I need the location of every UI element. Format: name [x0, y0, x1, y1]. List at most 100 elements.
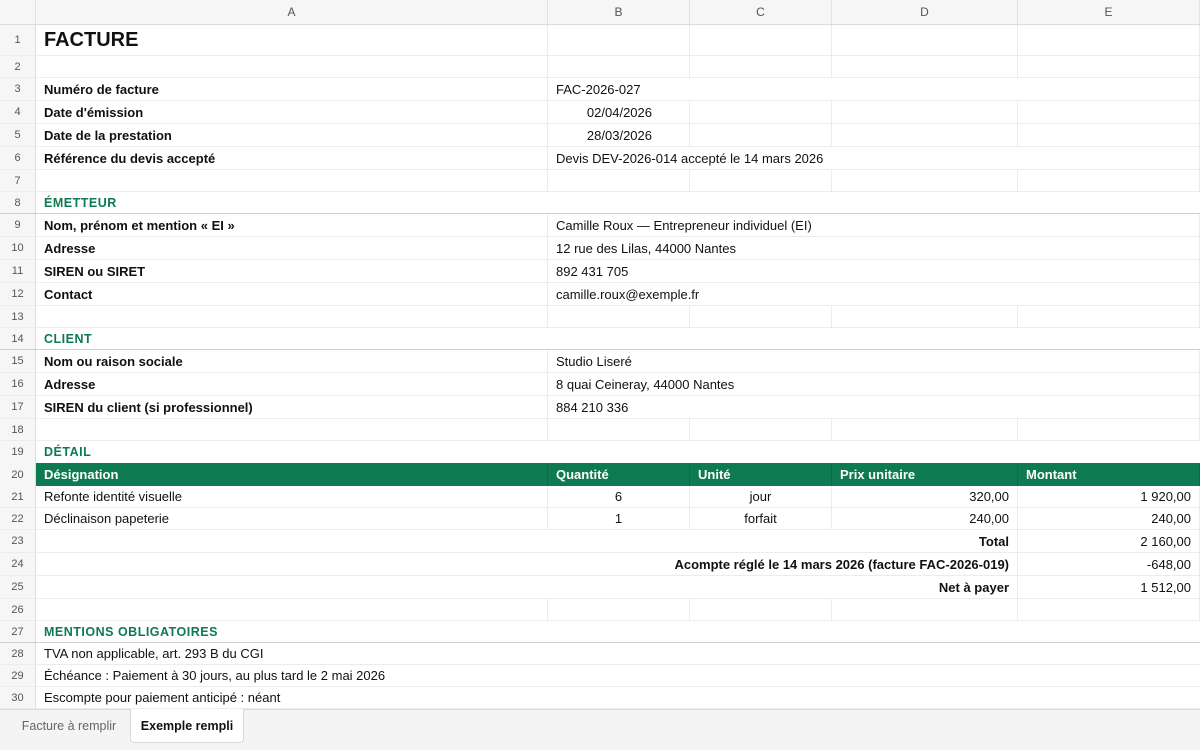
- issuer-siren-value[interactable]: 892 431 705: [548, 260, 1200, 282]
- row-header[interactable]: 14: [0, 328, 36, 349]
- row-header[interactable]: 12: [0, 283, 36, 305]
- row-header[interactable]: 10: [0, 237, 36, 259]
- line-prix-unitaire[interactable]: 240,00: [832, 508, 1018, 529]
- field-label[interactable]: Date d'émission: [36, 101, 548, 123]
- field-label[interactable]: Adresse: [36, 373, 548, 395]
- column-header-d[interactable]: D: [832, 0, 1018, 24]
- line-quantite[interactable]: 1: [548, 508, 690, 529]
- header-unite[interactable]: Unité: [690, 463, 832, 486]
- field-label[interactable]: SIREN ou SIRET: [36, 260, 548, 282]
- section-heading-mentions[interactable]: MENTIONS OBLIGATOIRES: [36, 621, 1200, 642]
- total-value[interactable]: 2 160,00: [1018, 530, 1200, 552]
- mention-text[interactable]: Échéance : Paiement à 30 jours, au plus …: [36, 665, 1200, 686]
- field-label[interactable]: SIREN du client (si professionnel): [36, 396, 548, 418]
- quote-reference-value[interactable]: Devis DEV-2026-014 accepté le 14 mars 20…: [548, 147, 1200, 169]
- row-header[interactable]: 11: [0, 260, 36, 282]
- column-header-b[interactable]: B: [548, 0, 690, 24]
- row-header[interactable]: 4: [0, 101, 36, 123]
- row-header[interactable]: 25: [0, 576, 36, 598]
- row-header[interactable]: 29: [0, 665, 36, 686]
- cell[interactable]: [690, 306, 832, 327]
- header-designation[interactable]: Désignation: [36, 463, 548, 486]
- cell[interactable]: [690, 170, 832, 191]
- field-label[interactable]: Nom, prénom et mention « EI »: [36, 214, 548, 236]
- mention-text[interactable]: Escompte pour paiement anticipé : néant: [36, 687, 1200, 708]
- cell[interactable]: [1018, 25, 1200, 55]
- issuer-address-value[interactable]: 12 rue des Lilas, 44000 Nantes: [548, 237, 1200, 259]
- cell[interactable]: [36, 56, 548, 77]
- cell[interactable]: [832, 124, 1018, 146]
- deposit-label[interactable]: Acompte réglé le 14 mars 2026 (facture F…: [36, 553, 1018, 575]
- cell[interactable]: [36, 306, 548, 327]
- net-to-pay-value[interactable]: 1 512,00: [1018, 576, 1200, 598]
- cell[interactable]: [690, 124, 832, 146]
- section-heading-detail[interactable]: DÉTAIL: [36, 441, 1200, 463]
- field-label[interactable]: Numéro de facture: [36, 78, 548, 100]
- row-header[interactable]: 1: [0, 25, 36, 55]
- cell[interactable]: [1018, 56, 1200, 77]
- row-header[interactable]: 13: [0, 306, 36, 327]
- row-header[interactable]: 28: [0, 643, 36, 664]
- row-header[interactable]: 5: [0, 124, 36, 146]
- cell[interactable]: [548, 599, 690, 620]
- row-header[interactable]: 21: [0, 486, 36, 507]
- cell[interactable]: [832, 25, 1018, 55]
- row-header[interactable]: 22: [0, 508, 36, 529]
- line-designation[interactable]: Déclinaison papeterie: [36, 508, 548, 529]
- row-header[interactable]: 16: [0, 373, 36, 395]
- deposit-value[interactable]: -648,00: [1018, 553, 1200, 575]
- row-header[interactable]: 19: [0, 441, 36, 463]
- cell[interactable]: [690, 25, 832, 55]
- cell[interactable]: [832, 419, 1018, 440]
- cell[interactable]: [36, 599, 548, 620]
- cell[interactable]: [548, 25, 690, 55]
- row-header[interactable]: 17: [0, 396, 36, 418]
- cell[interactable]: [1018, 599, 1200, 620]
- row-header[interactable]: 2: [0, 56, 36, 77]
- line-prix-unitaire[interactable]: 320,00: [832, 486, 1018, 507]
- cell[interactable]: [690, 56, 832, 77]
- cell[interactable]: [548, 419, 690, 440]
- issue-date-value[interactable]: 02/04/2026: [548, 101, 690, 123]
- cell[interactable]: [690, 599, 832, 620]
- client-name-value[interactable]: Studio Liseré: [548, 350, 1200, 372]
- cell[interactable]: [548, 56, 690, 77]
- cell[interactable]: [36, 170, 548, 191]
- column-header-c[interactable]: C: [690, 0, 832, 24]
- cell[interactable]: [1018, 170, 1200, 191]
- line-designation[interactable]: Refonte identité visuelle: [36, 486, 548, 507]
- line-montant[interactable]: 1 920,00: [1018, 486, 1200, 507]
- field-label[interactable]: Nom ou raison sociale: [36, 350, 548, 372]
- row-header[interactable]: 6: [0, 147, 36, 169]
- field-label[interactable]: Adresse: [36, 237, 548, 259]
- header-quantite[interactable]: Quantité: [548, 463, 690, 486]
- invoice-title[interactable]: FACTURE: [36, 25, 548, 55]
- cell[interactable]: [832, 599, 1018, 620]
- row-header[interactable]: 18: [0, 419, 36, 440]
- client-siren-value[interactable]: 884 210 336: [548, 396, 1200, 418]
- line-montant[interactable]: 240,00: [1018, 508, 1200, 529]
- section-heading-client[interactable]: CLIENT: [36, 328, 1200, 349]
- mention-text[interactable]: TVA non applicable, art. 293 B du CGI: [36, 643, 1200, 664]
- row-header[interactable]: 23: [0, 530, 36, 552]
- net-to-pay-label[interactable]: Net à payer: [36, 576, 1018, 598]
- cell[interactable]: [832, 306, 1018, 327]
- row-header[interactable]: 30: [0, 687, 36, 708]
- cell[interactable]: [690, 419, 832, 440]
- issuer-contact-value[interactable]: camille.roux@exemple.fr: [548, 283, 1200, 305]
- column-header-a[interactable]: A: [36, 0, 548, 24]
- row-header[interactable]: 3: [0, 78, 36, 100]
- row-header[interactable]: 24: [0, 553, 36, 575]
- section-heading-emetteur[interactable]: ÉMETTEUR: [36, 192, 1200, 213]
- row-header[interactable]: 9: [0, 214, 36, 236]
- select-all-corner[interactable]: [0, 0, 36, 24]
- cell[interactable]: [548, 306, 690, 327]
- cell[interactable]: [832, 170, 1018, 191]
- cell[interactable]: [1018, 101, 1200, 123]
- header-montant[interactable]: Montant: [1018, 463, 1200, 486]
- row-header[interactable]: 26: [0, 599, 36, 620]
- row-header[interactable]: 7: [0, 170, 36, 191]
- column-header-e[interactable]: E: [1018, 0, 1200, 24]
- invoice-number-value[interactable]: FAC-2026-027: [548, 78, 1200, 100]
- cell[interactable]: [36, 419, 548, 440]
